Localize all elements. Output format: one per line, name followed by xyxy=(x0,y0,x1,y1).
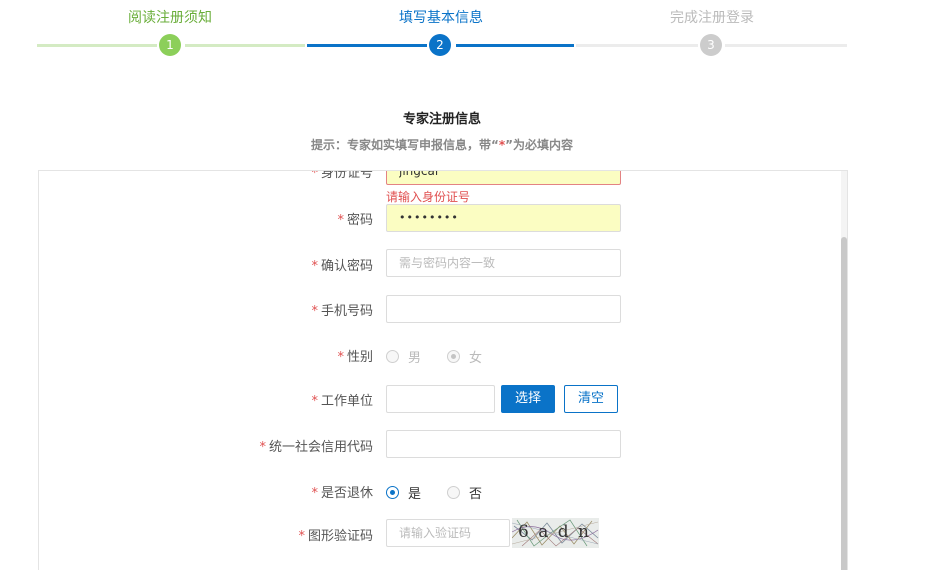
credit-code-input[interactable] xyxy=(386,430,621,458)
form-scrollbar-thumb[interactable] xyxy=(841,237,847,570)
gender-radio-group: 男 女 xyxy=(386,347,508,366)
required-mark: * xyxy=(337,213,344,228)
clear-unit-button[interactable]: 清空 xyxy=(564,385,618,413)
password-input[interactable]: •••••••• xyxy=(386,204,621,232)
form-hint: 提示：专家如实填写申报信息，带“*”为必填内容 xyxy=(0,136,884,153)
gender-female-radio[interactable] xyxy=(447,350,461,363)
work-unit-label: * 工作单位 xyxy=(311,394,373,409)
captcha-text: 6 a d n xyxy=(518,522,591,542)
captcha-label: * 图形验证码 xyxy=(298,529,373,544)
retired-yes-radio[interactable] xyxy=(386,486,399,499)
gender-label: * 性别 xyxy=(337,350,373,365)
step-3-line-right xyxy=(725,44,847,47)
password-label: * 密码 xyxy=(337,213,373,228)
confirm-password-input[interactable] xyxy=(386,249,621,277)
required-mark: * xyxy=(311,486,318,501)
hint-quote-close: ” xyxy=(505,138,514,152)
required-mark: * xyxy=(298,529,305,544)
retired-no-label[interactable]: 否 xyxy=(469,483,482,502)
id-number-input[interactable] xyxy=(386,171,621,185)
step-1-circle: 1 xyxy=(159,34,181,56)
required-mark: * xyxy=(337,350,344,365)
required-mark: * xyxy=(311,394,318,409)
work-unit-input[interactable] xyxy=(386,385,495,413)
hint-suffix: 为必填内容 xyxy=(513,138,574,152)
step-1-line-right xyxy=(185,44,305,47)
step-1-line-left xyxy=(37,44,157,47)
step-3-label: 完成注册登录 xyxy=(670,10,754,26)
required-mark: * xyxy=(259,440,266,455)
step-3-circle: 3 xyxy=(700,34,722,56)
step-1-label: 阅读注册须知 xyxy=(128,10,212,26)
required-mark: * xyxy=(311,304,318,319)
required-mark: * xyxy=(311,170,318,181)
registration-steps: 阅读注册须知 1 填写基本信息 2 完成注册登录 3 xyxy=(0,0,941,70)
step-2-line-left xyxy=(307,44,427,47)
id-number-label: * 身份证号 xyxy=(311,170,373,181)
form-title: 专家注册信息 xyxy=(402,112,481,127)
captcha-input[interactable] xyxy=(386,519,510,547)
step-2-label: 填写基本信息 xyxy=(399,10,483,26)
retired-label: * 是否退休 xyxy=(311,486,373,501)
credit-code-label: * 统一社会信用代码 xyxy=(259,440,373,455)
retired-yes-label[interactable]: 是 xyxy=(408,483,421,502)
gender-male-label[interactable]: 男 xyxy=(408,347,421,366)
step-3-line-left xyxy=(576,44,698,47)
gender-female-label[interactable]: 女 xyxy=(469,347,482,366)
step-2-line-right xyxy=(456,44,574,47)
id-number-error: 请输入身份证号 xyxy=(386,190,471,204)
select-unit-button[interactable]: 选择 xyxy=(501,385,555,413)
confirm-password-label: * 确认密码 xyxy=(311,259,373,274)
step-2-circle: 2 xyxy=(429,34,451,56)
phone-label: * 手机号码 xyxy=(311,304,373,319)
required-mark: * xyxy=(311,259,318,274)
captcha-image[interactable]: 6 a d n xyxy=(512,518,599,548)
hint-prefix: 提示：专家如实填写申报信息，带 xyxy=(310,138,491,152)
gender-male-radio[interactable] xyxy=(386,350,399,363)
registration-form: *身份证号 请输入身份证号 *密码 •••••••• *确认密码 *手机号码 *… xyxy=(38,170,848,570)
hint-quote-open: “ xyxy=(490,138,499,152)
retired-radio-group: 是 否 xyxy=(386,483,508,502)
phone-input[interactable] xyxy=(386,295,621,323)
retired-no-radio[interactable] xyxy=(447,486,461,499)
